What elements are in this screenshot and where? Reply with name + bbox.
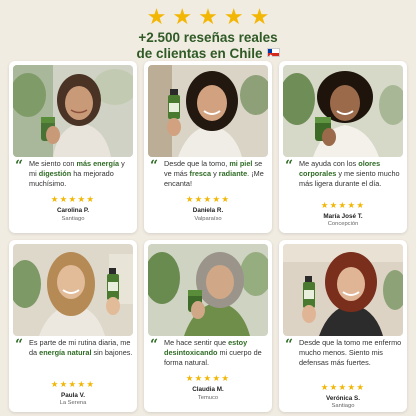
star-icon: ★ bbox=[356, 382, 366, 392]
testimonial-card: “ Me siento con más energía y mi digesti… bbox=[9, 61, 137, 233]
review-text: Desde que la tomo me enfermo mucho menos… bbox=[299, 338, 402, 367]
testimonial-card: “ Me ayuda con los olores corporales y m… bbox=[279, 61, 407, 233]
customer-name: María José T. bbox=[323, 213, 363, 220]
review-text: Es parte de mi rutina diaria, me da ener… bbox=[29, 338, 133, 357]
quote-icon: “ bbox=[285, 337, 294, 353]
customer-photo bbox=[148, 65, 268, 157]
customer-city: Concepción bbox=[327, 221, 359, 227]
customer-photo bbox=[148, 244, 268, 336]
headline-line2: de clientas en Chile bbox=[136, 46, 263, 61]
testimonial-card: “ Desde que la tomo, mi piel se ve más f… bbox=[144, 61, 272, 233]
star-icon: ★ bbox=[59, 194, 69, 204]
review-text: Me hace sentir que estoy desintoxicando … bbox=[164, 338, 262, 367]
review-stars: ★★★★★ bbox=[9, 379, 137, 390]
headline-line1: +2.500 reseñas reales bbox=[138, 30, 278, 45]
star-icon: ★ bbox=[86, 194, 96, 204]
star-icon: ★ bbox=[50, 194, 60, 204]
star-icon: ★ bbox=[329, 382, 339, 392]
customer-photo bbox=[283, 244, 403, 336]
review-stars: ★★★★★ bbox=[9, 194, 137, 205]
headline: +2.500 reseñas reales de clientas en Chi… bbox=[0, 30, 416, 62]
star-icon: ★ bbox=[194, 373, 204, 383]
star-icon: ★ bbox=[329, 200, 339, 210]
customer-photo bbox=[13, 65, 133, 157]
customer-name: Claudia M. bbox=[192, 386, 224, 393]
customer-name: Daniela R. bbox=[192, 207, 224, 214]
star-icon: ★ bbox=[221, 194, 231, 204]
review: “ Desde que la tomo, mi piel se ve más f… bbox=[150, 159, 268, 189]
testimonial-card: “ Desde que la tomo me enfermo mucho men… bbox=[279, 240, 407, 412]
review-stars: ★★★★★ bbox=[144, 194, 272, 205]
star-icon: ★ bbox=[198, 4, 218, 29]
star-icon: ★ bbox=[249, 4, 270, 29]
customer-photo bbox=[283, 65, 403, 157]
star-icon: ★ bbox=[221, 373, 231, 383]
review-stars: ★★★★★ bbox=[279, 200, 407, 211]
star-icon: ★ bbox=[185, 194, 195, 204]
testimonial-card: “ Me hace sentir que estoy desintoxicand… bbox=[144, 240, 272, 412]
customer-city: Temuco bbox=[197, 395, 219, 401]
review-text: Me ayuda con los olores corporales y me … bbox=[299, 159, 400, 188]
star-icon: ★ bbox=[320, 200, 330, 210]
chile-flag-icon bbox=[266, 48, 280, 62]
rating-stars: ★ ★ ★ ★ ★ bbox=[0, 6, 416, 28]
quote-icon: “ bbox=[150, 158, 159, 174]
quote-icon: “ bbox=[285, 158, 294, 174]
review: “ Me siento con más energía y mi digesti… bbox=[15, 159, 133, 189]
headline-line2-row: de clientas en Chile bbox=[0, 46, 416, 62]
review: “ Desde que la tomo me enfermo mucho men… bbox=[285, 338, 403, 368]
star-icon: ★ bbox=[86, 379, 96, 389]
review-text: Desde que la tomo, mi piel se ve más fre… bbox=[164, 159, 264, 188]
review-stars: ★★★★★ bbox=[144, 373, 272, 384]
star-icon: ★ bbox=[146, 4, 167, 29]
star-icon: ★ bbox=[50, 379, 60, 389]
star-icon: ★ bbox=[185, 373, 195, 383]
testimonial-card: “ Es parte de mi rutina diaria, me da en… bbox=[9, 240, 137, 412]
star-icon: ★ bbox=[194, 194, 204, 204]
review: “ Es parte de mi rutina diaria, me da en… bbox=[15, 338, 133, 358]
review: “ Me hace sentir que estoy desintoxicand… bbox=[150, 338, 268, 368]
quote-icon: “ bbox=[15, 158, 24, 174]
review-text: Me siento con más energía y mi digestión… bbox=[29, 159, 125, 188]
star-icon: ★ bbox=[59, 379, 69, 389]
review: “ Me ayuda con los olores corporales y m… bbox=[285, 159, 403, 189]
review-stars: ★★★★★ bbox=[279, 382, 407, 393]
customer-city: Santiago bbox=[331, 403, 355, 409]
customer-city: La Serena bbox=[59, 400, 87, 406]
quote-icon: “ bbox=[15, 337, 24, 353]
customer-name: Carolina P. bbox=[56, 207, 90, 214]
star-icon: ★ bbox=[356, 200, 366, 210]
customer-name: Verónica S. bbox=[326, 395, 360, 402]
header: ★ ★ ★ ★ ★ +2.500 reseñas reales de clien… bbox=[0, 6, 416, 62]
star-icon: ★ bbox=[320, 382, 330, 392]
customer-name: Paula V. bbox=[61, 392, 85, 399]
quote-icon: “ bbox=[150, 337, 159, 353]
customer-city: Valparaíso bbox=[194, 216, 222, 222]
customer-photo bbox=[13, 244, 133, 336]
star-icon: ★ bbox=[223, 4, 244, 29]
star-icon: ★ bbox=[172, 4, 193, 29]
customer-city: Santiago bbox=[61, 216, 85, 222]
